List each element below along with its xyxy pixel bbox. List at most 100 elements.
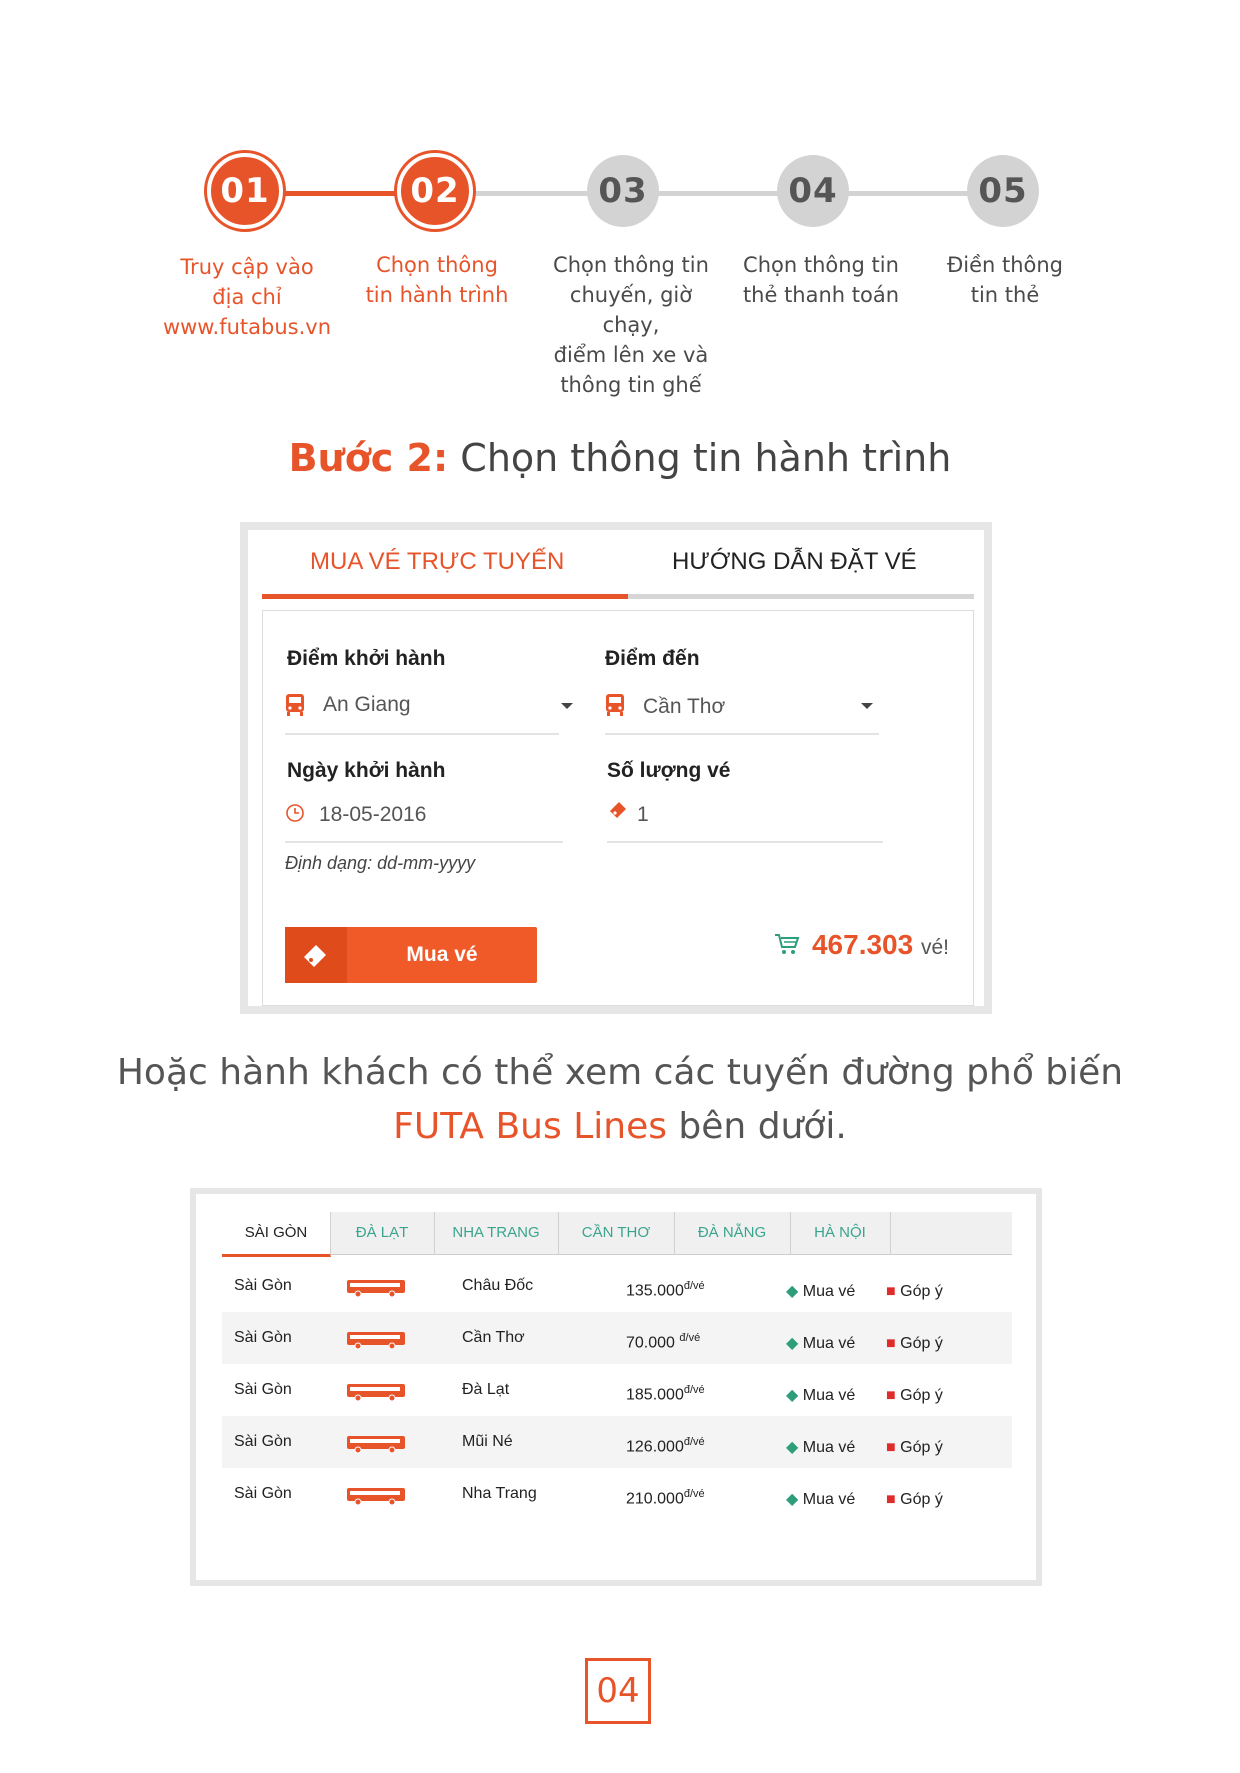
tab-nha-trang[interactable]: NHA TRANG: [434, 1212, 559, 1254]
date-input[interactable]: 18-05-2016: [285, 795, 563, 839]
section-heading: Bước 2: Chọn thông tin hành trình: [0, 436, 1240, 480]
step-3-line-2: chuyến, giờ chạy,: [569, 283, 693, 337]
departure-underline: [285, 733, 559, 735]
date-underline: [285, 841, 563, 843]
ticket-icon: [610, 802, 626, 818]
route-feedback-link[interactable]: ■ Góp ý: [886, 1480, 943, 1520]
route-buy-link[interactable]: ◆ Mua vé: [786, 1324, 855, 1364]
route-to: Mũi Né: [462, 1433, 513, 1450]
step-title-heading: Chọn thông tin hành trình: [460, 436, 952, 480]
tab-da-nang[interactable]: ĐÀ NẴNG: [674, 1212, 791, 1254]
tickets-sold-count: 467.303: [811, 929, 914, 960]
step-3-label: Chọn thông tin chuyến, giờ chạy, điểm lê…: [541, 250, 721, 400]
route-to: Đà Lạt: [462, 1381, 510, 1398]
bus-icon: [347, 1436, 405, 1454]
route-price: 70.000 đ/vé: [626, 1312, 700, 1369]
clock-icon: [286, 804, 304, 822]
route-to: Nha Trang: [462, 1485, 537, 1502]
route-buy-link[interactable]: ◆ Mua vé: [786, 1272, 855, 1312]
popular-routes-panel: SÀI GÒN ĐÀ LẠT NHA TRANG CẦN THƠ ĐÀ NẴNG…: [190, 1188, 1042, 1586]
step-5-line-2: tin thẻ: [970, 283, 1040, 307]
booking-form: Điểm khởi hành An Giang Điểm đến Cần Thơ: [262, 610, 974, 1006]
route-from: Sài Gòn: [234, 1329, 292, 1346]
chat-icon: ■: [886, 1387, 896, 1404]
route-feedback-link[interactable]: ■ Góp ý: [886, 1272, 943, 1312]
route-to: Châu Đốc: [462, 1277, 534, 1294]
step-1-line-1: Truy cập vào: [180, 255, 314, 279]
tab-sai-gon[interactable]: SÀI GÒN: [222, 1212, 331, 1257]
route-price-unit: đ/vé: [683, 1488, 705, 1500]
destination-select[interactable]: Cần Thơ: [605, 687, 881, 731]
departure-label: Điểm khởi hành: [287, 647, 446, 670]
departure-select[interactable]: An Giang: [285, 687, 595, 731]
date-label: Ngày khởi hành: [287, 759, 446, 782]
route-feedback-link[interactable]: ■ Góp ý: [886, 1376, 943, 1416]
route-buy-link[interactable]: ◆ Mua vé: [786, 1480, 855, 1520]
step-3-line-3: điểm lên xe và: [553, 343, 709, 367]
step-number-heading: Bước 2:: [288, 436, 449, 480]
pencil-icon: ◆: [786, 1387, 799, 1404]
step-5-line-1: Điền thông: [946, 253, 1064, 277]
step-3-line-4: thông tin ghế: [560, 373, 702, 397]
step-2-line-2: tin hành trình: [365, 283, 509, 307]
chevron-down-icon: [561, 703, 573, 709]
step-3-line-1: Chọn thông tin: [553, 253, 709, 277]
route-buy-label: Mua vé: [802, 1283, 856, 1300]
route-feedback-link[interactable]: ■ Góp ý: [886, 1324, 943, 1364]
destination-label: Điểm đến: [605, 647, 700, 670]
bus-icon: [347, 1488, 405, 1506]
route-feedback-label: Góp ý: [900, 1491, 943, 1508]
route-price-unit: đ/vé: [683, 1384, 705, 1396]
route-feedback-link[interactable]: ■ Góp ý: [886, 1428, 943, 1468]
route-buy-link[interactable]: ◆ Mua vé: [786, 1428, 855, 1468]
route-price: 210.000đ/vé: [626, 1468, 705, 1525]
date-format-hint: Định dạng: dd-mm-yyyy: [285, 853, 476, 873]
route-price-unit: đ/vé: [683, 1436, 705, 1448]
bus-icon: [347, 1280, 405, 1298]
cart-icon: [775, 934, 800, 954]
route-buy-label: Mua vé: [802, 1491, 856, 1508]
route-price-value: 126.000: [626, 1438, 684, 1456]
buy-ticket-button[interactable]: Mua vé: [285, 927, 537, 983]
chat-icon: ■: [886, 1491, 896, 1508]
tab-ha-noi[interactable]: HÀ NỘI: [790, 1212, 891, 1254]
route-feedback-label: Góp ý: [900, 1439, 943, 1456]
route-from: Sài Gòn: [234, 1381, 292, 1398]
step-1-label: Truy cập vào địa chỉ www.futabus.vn: [157, 252, 337, 342]
route-feedback-label: Góp ý: [900, 1387, 943, 1404]
destination-underline: [605, 733, 879, 735]
route-price-unit: đ/vé: [683, 1280, 705, 1292]
tickets-sold-unit: vé!: [920, 936, 949, 959]
tab-booking-guide[interactable]: HƯỚNG DẪN ĐẶT VÉ: [672, 548, 917, 576]
step-1-line-2: địa chỉ: [212, 285, 282, 309]
route-price: 126.000đ/vé: [626, 1416, 705, 1473]
popular-routes-intro-line-2: FUTA Bus Lines bên dưới.: [0, 1106, 1240, 1147]
route-price-value: 185.000: [626, 1386, 684, 1404]
brand-name: FUTA Bus Lines: [393, 1106, 667, 1147]
bus-icon: [286, 694, 304, 716]
date-value: 18-05-2016: [319, 803, 427, 826]
route-buy-link[interactable]: ◆ Mua vé: [786, 1376, 855, 1416]
step-3-circle: 03: [587, 155, 659, 227]
step-1-line-3: www.futabus.vn: [162, 315, 332, 339]
tab-can-tho[interactable]: CẦN THƠ: [558, 1212, 675, 1254]
step-4-circle: 04: [777, 155, 849, 227]
route-price-value: 135.000: [626, 1282, 684, 1300]
route-to: Cần Thơ: [462, 1329, 525, 1346]
tab-da-lat[interactable]: ĐÀ LẠT: [330, 1212, 435, 1254]
step-1-circle: 01: [207, 153, 283, 229]
pencil-icon: ◆: [786, 1335, 799, 1352]
city-tabs: SÀI GÒN ĐÀ LẠT NHA TRANG CẦN THƠ ĐÀ NẴNG…: [222, 1212, 1012, 1257]
tab-buy-online[interactable]: MUA VÉ TRỰC TUYẾN: [310, 548, 564, 576]
step-4-line-1: Chọn thông tin: [743, 253, 899, 277]
bus-icon: [606, 694, 624, 716]
route-buy-label: Mua vé: [802, 1387, 856, 1404]
route-price-value: 210.000: [626, 1490, 684, 1508]
pencil-icon: ◆: [786, 1283, 799, 1300]
route-from: Sài Gòn: [234, 1277, 292, 1294]
step-4-label: Chọn thông tin thẻ thanh toán: [731, 250, 911, 310]
popular-routes-intro-line-1: Hoặc hành khách có thể xem các tuyến đườ…: [116, 1052, 1124, 1093]
step-2-line-1: Chọn thông: [376, 253, 498, 277]
quantity-input[interactable]: 1: [607, 795, 883, 839]
chevron-down-icon: [861, 703, 873, 709]
